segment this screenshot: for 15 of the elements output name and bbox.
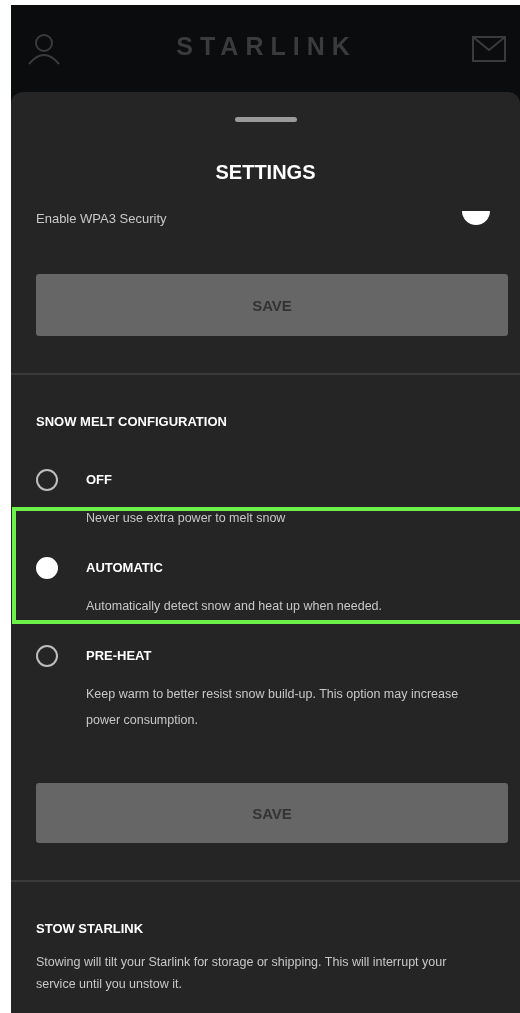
drag-handle[interactable] (234, 117, 297, 122)
radio-button[interactable] (36, 469, 58, 491)
option-label: OFF (86, 471, 113, 489)
option-description: Never use extra power to melt snow (86, 510, 286, 527)
section-description: Stowing will tilt your Starlink for storage or shipping. This will interrupt your service until you unstow it. (36, 954, 448, 993)
section-heading: STOW STARLINK (36, 920, 145, 938)
setting-label: Enable WPA3 Security (36, 210, 167, 226)
toggle-knob[interactable] (462, 211, 490, 225)
sheet-title: SETTINGS (214, 160, 317, 184)
section-heading: SNOW MELT CONFIGURATION (36, 413, 228, 431)
radio-button[interactable] (36, 645, 58, 667)
option-description: Keep warm to better resist snow build-up. This option may increase power consumption. (86, 686, 460, 729)
option-description: Automatically detect snow and heat up when needed. (86, 598, 383, 615)
option-label: AUTOMATIC (86, 559, 164, 577)
option-label: PRE-HEAT (86, 647, 153, 665)
